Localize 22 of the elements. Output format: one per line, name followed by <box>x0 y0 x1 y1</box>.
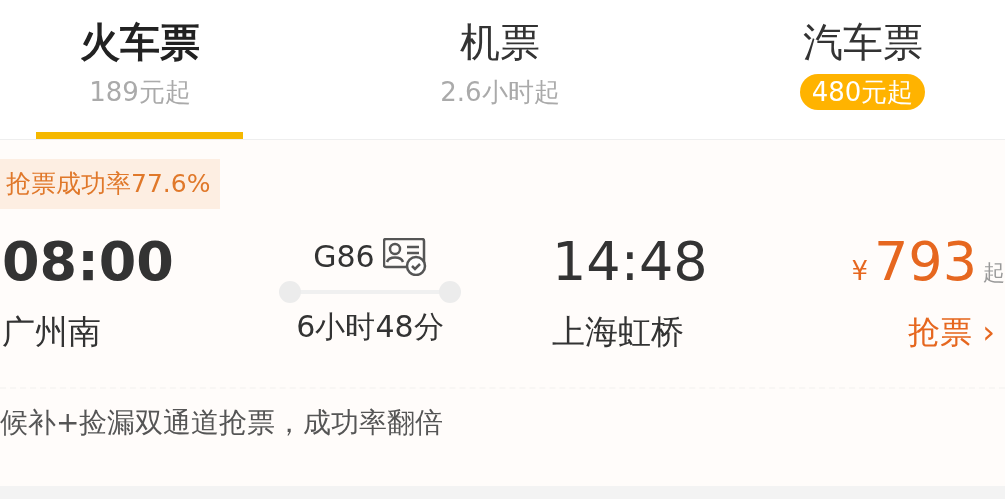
depart-station: 广州南 <box>2 311 102 353</box>
tab-label: 机票 <box>460 18 540 67</box>
train-card[interactable]: 抢票成功率77.6% 08:00 广州南 G86 6小时48分 14:48 上海虹桥 ¥793 起 抢票 › 候补+捡漏双通道抢票，成功率翻倍 <box>0 140 1005 486</box>
price-suffix: 起 <box>983 259 1005 287</box>
price-badge: 480元起 <box>799 74 926 110</box>
depart-time: 08:00 <box>2 229 175 295</box>
tab-label: 火车票 <box>80 18 200 67</box>
tab[interactable]: 汽车票 480元起 <box>720 0 1005 139</box>
promo-note: 候补+捡漏双通道抢票，成功率翻倍 <box>0 405 445 441</box>
currency-symbol: ¥ <box>851 255 868 288</box>
tab-label: 汽车票 <box>802 18 923 67</box>
tab-subtitle: 189元起 <box>88 76 192 109</box>
tab[interactable]: 机票 2.6小时起 <box>280 0 720 139</box>
success-rate-tag: 抢票成功率77.6% <box>0 159 221 209</box>
duration: 6小时48分 <box>296 308 444 346</box>
tab[interactable]: 火车票 189元起 <box>0 0 280 139</box>
price: 793 <box>873 229 977 295</box>
tab-subtitle: 2.6小时起 <box>439 76 561 109</box>
arrive-time: 14:48 <box>552 229 709 295</box>
arrive-station: 上海虹桥 <box>552 311 685 353</box>
id-card-check-icon <box>382 238 427 276</box>
train-number: G86 <box>313 238 375 276</box>
